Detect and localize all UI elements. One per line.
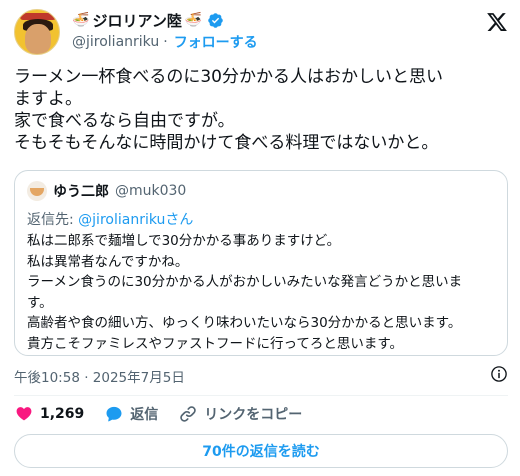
separator-dot: · (163, 34, 168, 50)
tweet-text-line: 家で食べるなら自由ですが。 (14, 111, 235, 131)
reply-bubble-icon (106, 406, 122, 422)
tweet-text-line: ますよ。 (14, 89, 82, 109)
author-avatar[interactable] (14, 9, 60, 55)
quoted-author-avatar (27, 181, 47, 201)
reply-button[interactable]: 返信 (104, 404, 158, 424)
info-icon[interactable] (490, 365, 508, 383)
tweet-text: ラーメン一杯食べるのに30分かかる人はおかしいと思い ますよ。 家で食べるなら自… (14, 66, 508, 154)
copy-link-button[interactable]: リンクをコピー (178, 404, 302, 424)
ramen-bowl-icon: 🍜 (72, 12, 90, 28)
reply-label: 返信 (130, 407, 159, 423)
x-logo-icon[interactable] (486, 11, 508, 33)
follow-button[interactable]: フォローする (174, 32, 258, 52)
reply-to-prefix: 返信先: (27, 212, 79, 228)
reply-to-handle: @jirolianrikuさん (78, 212, 194, 228)
link-icon (180, 406, 197, 422)
quoted-author-name: ゆう二郎 (53, 184, 109, 200)
heart-icon (16, 407, 32, 421)
quoted-text-line: 私は異常者なんですかね。 (27, 253, 189, 270)
author-sub-row: @jirolianriku · フォローする (72, 32, 258, 52)
tweet-text-line: ラーメン一杯食べるのに30分かかる人はおかしいと思い (14, 67, 443, 87)
quoted-text-line: ラーメン食うのに30分かかる人がおかしいみたいな発言どうかと思いま (27, 274, 463, 290)
ramen-bowl-icon: 🍜 (184, 12, 203, 28)
author-name-row[interactable]: 🍜 ジロリアン陸 🍜 (72, 10, 224, 30)
like-count: 1,269 (40, 406, 85, 422)
quoted-text-line: 高齢者や食の細い方、ゆっくり味わいたいなら30分かかると思います。 (27, 315, 462, 331)
quoted-text-line: す。 (27, 294, 53, 311)
verified-badge-icon (208, 12, 224, 28)
quoted-tweet-header: ゆう二郎 @muk030 (27, 181, 186, 201)
quoted-tweet-body: 私は二郎系で麺増しで30分かかる事ありますけど。 私は異常者なんですかね。 ラー… (27, 231, 497, 354)
author-display-name[interactable]: ジロリアン陸 (92, 10, 181, 31)
tweet-header: 🍜 ジロリアン陸 🍜 @jirolianriku · フォローする (14, 9, 508, 57)
like-button[interactable]: 1,269 (14, 404, 84, 424)
read-replies-button[interactable]: 70件の返信を読む (14, 434, 508, 468)
quoted-reply-to: 返信先: @jirolianrikuさん (27, 209, 193, 229)
tweet-timestamp[interactable]: 午後10:58 · 2025年7月5日 (14, 366, 185, 386)
quoted-author-handle: @muk030 (115, 183, 187, 199)
quoted-text-line: 私は二郎系で麺増しで30分かかる事ありますけど。 (27, 233, 341, 249)
quoted-text-line: 貴方こそファミレスやファストフードに行ってろと思います。 (27, 335, 403, 352)
author-handle[interactable]: @jirolianriku (72, 34, 159, 50)
copy-link-label: リンクをコピー (204, 407, 303, 423)
quoted-tweet[interactable]: ゆう二郎 @muk030 返信先: @jirolianrikuさん 私は二郎系で… (14, 170, 508, 356)
divider (14, 395, 508, 396)
tweet-text-line: そもそもそんなに時間かけて食べる料理ではないかと。 (14, 133, 439, 153)
action-bar: 1,269 返信 リンクをコピー (14, 402, 322, 426)
